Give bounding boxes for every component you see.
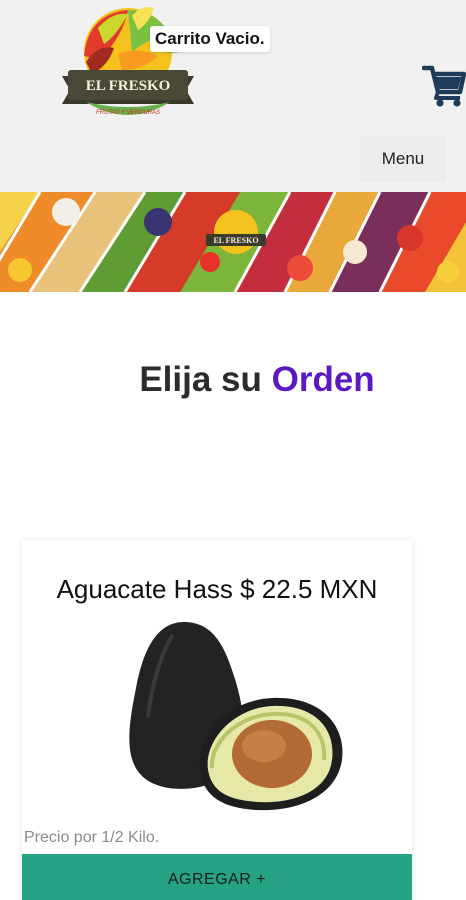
page-title-plain: Elija su <box>139 360 262 399</box>
page-title: Elija su Orden <box>0 360 466 400</box>
add-to-cart-button[interactable]: AGREGAR + <box>22 854 412 900</box>
shopping-cart-icon[interactable] <box>422 62 466 108</box>
produce-banner: EL FRESKO <box>0 192 466 292</box>
cart-status: Carrito Vacio. <box>150 26 270 52</box>
page: EL FRESKO FRUTAS Y VERDURAS Carrito Vaci… <box>0 0 466 900</box>
banner-logo-text: EL FRESKO <box>213 236 258 245</box>
price-note: Precio por 1/2 Kilo. <box>24 829 160 846</box>
avocado-image <box>129 622 343 811</box>
logo-name: EL FRESKO <box>86 78 171 94</box>
product-card: Aguacate Hass $ 22.5 MXN Precio por 1/2 … <box>22 540 412 900</box>
logo-tagline: FRUTAS Y VERDURAS <box>96 110 160 116</box>
product-title: Aguacate Hass $ 22.5 MXN <box>56 574 378 604</box>
header: EL FRESKO FRUTAS Y VERDURAS Carrito Vaci… <box>0 0 466 192</box>
el-fresko-logo[interactable]: EL FRESKO FRUTAS Y VERDURAS <box>58 4 198 124</box>
menu-button[interactable]: Menu <box>360 136 446 182</box>
page-title-accent: Orden <box>271 360 375 399</box>
